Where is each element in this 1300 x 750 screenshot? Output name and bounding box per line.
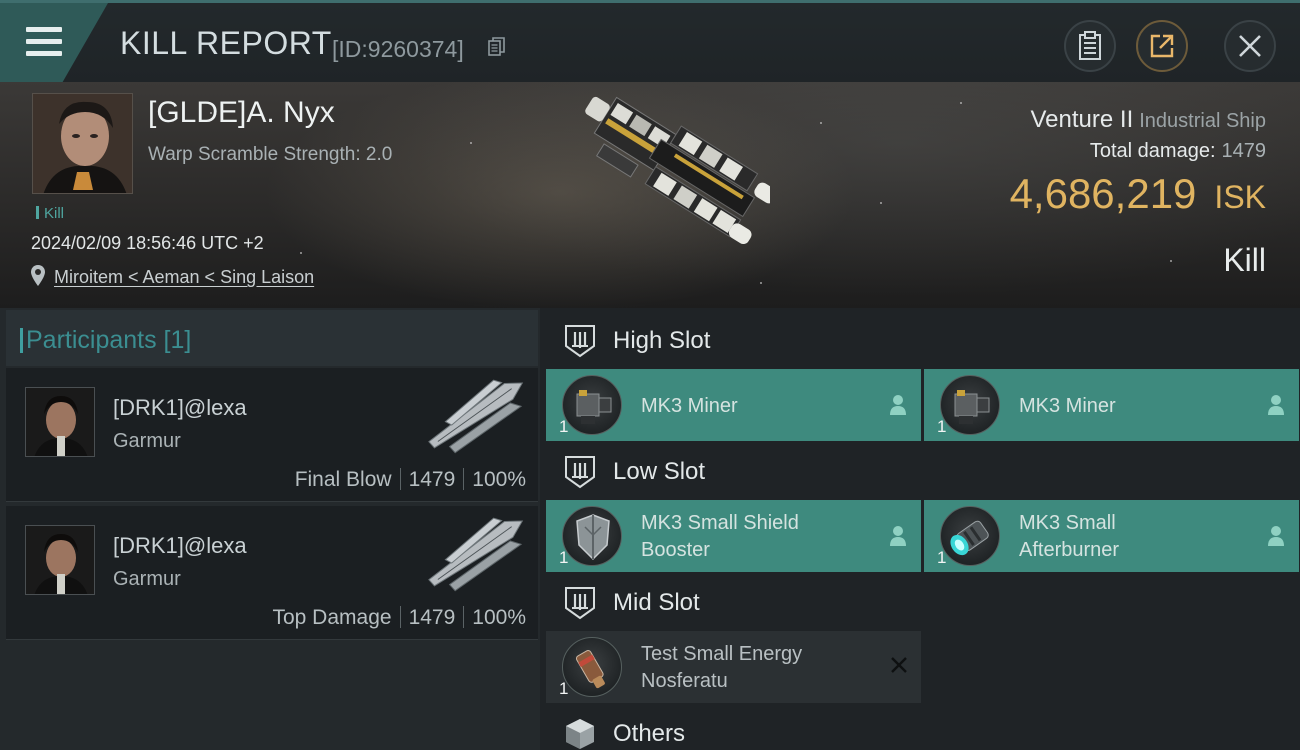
share-icon [1150,34,1174,58]
slot-label: Others [613,720,686,747]
module-name-line1: MK3 Miner [641,395,738,417]
total-damage: Total damage: 1479 [1090,140,1266,163]
slot-label: High Slot [613,327,711,354]
victim-ship[interactable]: Venture II Industrial Ship [1031,106,1267,134]
slot-icon [565,587,595,620]
module-name: MK3 Miner [1019,393,1116,420]
clipboard-icon [1079,31,1101,60]
afterburner-icon [940,506,1000,566]
slot-icon [565,456,595,489]
participant-card[interactable]: [DRK1]@lexa Garmur Final Blow 1479 100% [6,368,538,502]
pilot-icon [1268,526,1284,546]
avatar [25,387,95,457]
low-slot-header: Low Slot [544,441,1300,501]
x-icon [891,657,907,673]
cube-icon [566,719,594,749]
module-name: Test Small Energy Nosferatu [641,641,802,695]
module-quantity: 1 [559,417,569,436]
module-quantity: 1 [559,548,569,567]
module-quantity: 1 [559,679,569,698]
participant-ship: Garmur [113,430,181,452]
module-name-line1: MK3 Small [1019,512,1116,534]
victim-name[interactable]: [GLDE]A. Nyx [148,96,335,130]
total-damage-label: Total damage: [1089,140,1216,162]
module-name: MK3 Miner [641,393,738,420]
header-bar: KILL REPORT [ID:9260374] [0,0,1300,82]
module-quantity: 1 [937,548,947,567]
participant-name: [DRK1]@lexa [113,533,247,558]
pin-icon [31,265,45,286]
module-name: MK3 Small Afterburner [1019,510,1119,564]
participant-stats: Final Blow 1479 100% [295,468,526,492]
module-name-line2: Afterburner [1019,539,1120,561]
kill-tag: Kill [36,205,64,222]
slot-icon [565,325,595,358]
menu-icon[interactable] [26,25,62,59]
participants-header: Participants [1] [6,310,538,366]
participant-stats: Top Damage 1479 100% [272,606,526,630]
participant-ship: Garmur [113,568,181,590]
module-name-line2: Booster [641,539,710,561]
module-name-line2: Nosferatu [641,670,728,692]
pilot-icon [890,395,906,415]
copy-icon[interactable] [488,37,506,57]
participant-percent: 100% [472,468,526,491]
shield-booster-icon [562,506,622,566]
participants-label: Participants [1] [19,326,192,354]
kill-datetime: 2024/02/09 18:56:46 UTC +2 [31,233,264,253]
module-item[interactable]: 1 MK3 Miner [924,369,1299,441]
ship-class: Industrial Ship [1139,110,1266,132]
victim-portrait[interactable] [32,93,133,194]
mid-slot-header: Mid Slot [544,572,1300,632]
avatar [25,525,95,595]
participant-damage: 1479 [408,468,456,491]
report-id: [ID:9260374] [332,36,464,62]
clipboard-button[interactable] [1064,20,1116,72]
isk-amount: 4,686,219 [1009,170,1197,217]
participant-ship-render [428,517,524,592]
participant-percent: 100% [472,606,526,629]
module-item[interactable]: 1 Test Small Energy Nosferatu [546,631,921,703]
share-button[interactable] [1136,20,1188,72]
module-name-line1: MK3 Small Shield [641,512,799,534]
participant-name: [DRK1]@lexa [113,395,247,420]
victim-summary: [GLDE]A. Nyx Warp Scramble Strength: 2.0… [0,82,1300,308]
location-link[interactable]: Miroitem < Aeman < Sing Laison [54,267,314,288]
report-result: Kill [1223,242,1266,278]
total-damage-value: 1479 [1221,140,1267,162]
fitting-panel: High Slot 1 MK3 Miner 1 MK3 Miner Low Sl… [544,308,1300,750]
participant-role: Top Damage [272,606,392,629]
warp-scramble-strength: Warp Scramble Strength: 2.0 [148,144,393,165]
miner-module-icon [562,375,622,435]
pilot-icon [1268,395,1284,415]
module-item[interactable]: 1 MK3 Miner [546,369,921,441]
module-item[interactable]: 1 MK3 Small Afterburner [924,500,1299,572]
module-quantity: 1 [937,417,947,436]
page-title: KILL REPORT [120,25,332,61]
others-header: Others [544,703,1300,750]
slot-label: Low Slot [613,458,706,485]
miner-module-icon [940,375,1000,435]
nosferatu-icon [562,637,622,697]
module-item[interactable]: 1 MK3 Small Shield Booster [546,500,921,572]
slot-label: Mid Slot [613,589,700,616]
pilot-icon [890,526,906,546]
module-name: MK3 Small Shield Booster [641,510,799,564]
isk-value: 4,686,219 ISK [1010,170,1266,218]
participant-damage: 1479 [408,606,456,629]
participants-panel: Participants [1] [DRK1]@lexa Garmur Fina… [0,308,540,750]
ship-name: Venture II [1030,106,1134,133]
module-name-line1: Test Small Energy [641,643,803,665]
close-button[interactable] [1224,20,1276,72]
close-icon [1239,35,1261,57]
participant-ship-render [428,379,524,454]
module-name-line1: MK3 Miner [1019,395,1116,417]
participant-card[interactable]: [DRK1]@lexa Garmur Top Damage 1479 100% [6,506,538,640]
participant-role: Final Blow [294,468,392,491]
high-slot-header: High Slot [544,310,1300,370]
isk-unit: ISK [1214,179,1266,215]
ship-render [585,96,770,245]
